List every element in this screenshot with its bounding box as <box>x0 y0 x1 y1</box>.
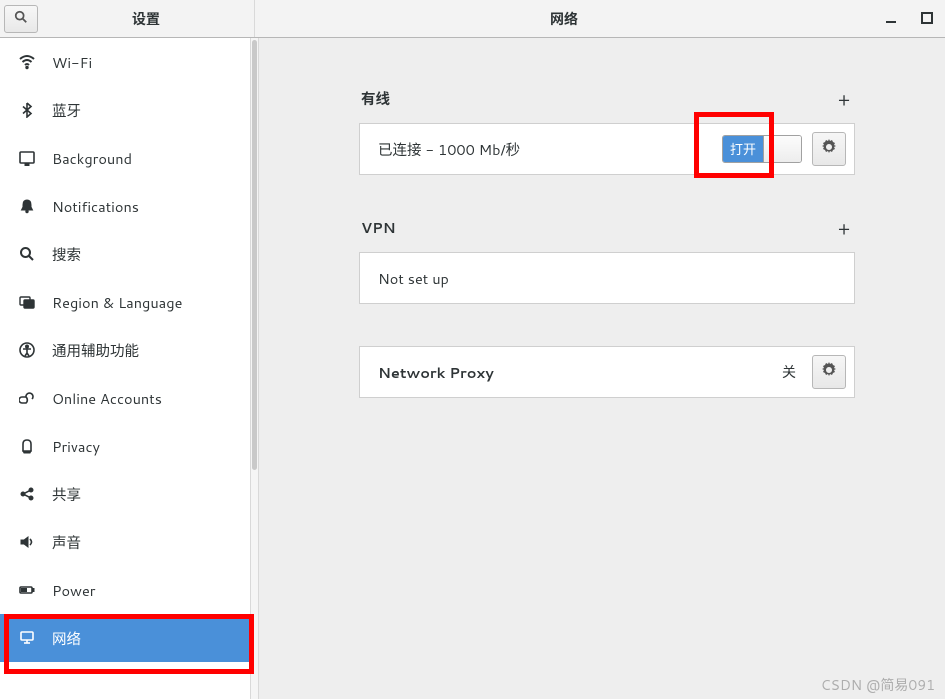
search-icon <box>14 9 28 29</box>
scrollbar-thumb[interactable] <box>252 40 257 470</box>
sidebar-item-bluetooth[interactable]: 蓝牙 <box>0 86 250 134</box>
sidebar-item-power[interactable]: Power <box>0 566 250 614</box>
sound-icon <box>18 533 36 551</box>
sidebar-item-label: 搜索 <box>52 244 81 265</box>
minimize-icon <box>885 9 897 29</box>
sidebar-item-wifi[interactable]: Wi-Fi <box>0 38 250 86</box>
search-button[interactable] <box>4 5 38 33</box>
section-proxy: Network Proxy 关 <box>359 346 855 398</box>
plus-icon: + <box>838 90 850 108</box>
background-icon <box>18 149 36 167</box>
proxy-settings-button[interactable] <box>812 355 846 389</box>
sidebar-item-network[interactable]: 网络 <box>0 614 250 662</box>
section-title-vpn: VPN <box>361 217 396 238</box>
sidebar: Wi-Fi 蓝牙 Background Notifications 搜索 <box>0 38 251 699</box>
sidebar-item-label: Online Accounts <box>52 388 162 409</box>
switch-on-label: 打开 <box>723 136 763 162</box>
accessibility-icon <box>18 341 36 359</box>
section-wired: 有线 + 已连接 - 1000 Mb/秒 打开 <box>359 88 855 175</box>
privacy-icon <box>18 437 36 455</box>
proxy-title: Network Proxy <box>378 362 772 383</box>
plus-icon: + <box>838 219 850 237</box>
region-language-icon <box>18 293 36 311</box>
window-header: 设置 网络 <box>0 0 945 38</box>
sidebar-title: 设置 <box>38 9 254 29</box>
sidebar-item-privacy[interactable]: Privacy <box>0 422 250 470</box>
sidebar-item-label: 声音 <box>52 532 81 553</box>
power-icon <box>18 581 36 599</box>
add-wired-button[interactable]: + <box>835 90 853 108</box>
vpn-status-text: Not set up <box>378 268 846 289</box>
sidebar-item-label: Notifications <box>52 196 139 217</box>
sidebar-item-label: Wi-Fi <box>52 52 92 73</box>
share-icon <box>18 485 36 503</box>
minimize-button[interactable] <box>877 5 905 33</box>
header-left: 设置 <box>0 0 255 37</box>
sidebar-item-label: 通用辅助功能 <box>52 340 139 361</box>
sidebar-item-region[interactable]: Region & Language <box>0 278 250 326</box>
sidebar-item-background[interactable]: Background <box>0 134 250 182</box>
switch-knob <box>763 136 801 162</box>
network-icon <box>18 629 36 647</box>
sidebar-item-label: Region & Language <box>52 292 182 313</box>
section-vpn: VPN + Not set up <box>359 217 855 304</box>
online-accounts-icon <box>18 389 36 407</box>
sidebar-item-label: 共享 <box>52 484 81 505</box>
wifi-icon <box>18 53 36 71</box>
sidebar-scrollbar[interactable] <box>251 38 259 699</box>
proxy-row[interactable]: Network Proxy 关 <box>359 346 855 398</box>
maximize-button[interactable] <box>913 5 941 33</box>
sidebar-item-accessibility[interactable]: 通用辅助功能 <box>0 326 250 374</box>
search-icon <box>18 245 36 263</box>
maximize-icon <box>921 9 933 29</box>
sidebar-item-label: Background <box>52 148 132 169</box>
vpn-row: Not set up <box>359 252 855 304</box>
bluetooth-icon <box>18 101 36 119</box>
wired-switch[interactable]: 打开 <box>722 135 802 163</box>
sidebar-item-search[interactable]: 搜索 <box>0 230 250 278</box>
window-controls <box>873 0 945 37</box>
add-vpn-button[interactable]: + <box>835 219 853 237</box>
wired-status-text: 已连接 - 1000 Mb/秒 <box>378 139 712 160</box>
sidebar-item-sound[interactable]: 声音 <box>0 518 250 566</box>
sidebar-item-notifications[interactable]: Notifications <box>0 182 250 230</box>
bell-icon <box>18 197 36 215</box>
wired-connection-row: 已连接 - 1000 Mb/秒 打开 <box>359 123 855 175</box>
sidebar-item-label: Power <box>52 580 95 601</box>
page-title: 网络 <box>255 0 873 37</box>
sidebar-item-sharing[interactable]: 共享 <box>0 470 250 518</box>
proxy-status-text: 关 <box>782 362 796 382</box>
content-area: 有线 + 已连接 - 1000 Mb/秒 打开 <box>259 38 945 699</box>
section-title-wired: 有线 <box>361 88 390 109</box>
sidebar-item-label: 网络 <box>52 628 81 649</box>
wired-settings-button[interactable] <box>812 132 846 166</box>
gear-icon <box>821 139 837 160</box>
gear-icon <box>821 362 837 383</box>
sidebar-item-label: 蓝牙 <box>52 100 81 121</box>
sidebar-item-label: Privacy <box>52 436 100 457</box>
sidebar-item-online-accounts[interactable]: Online Accounts <box>0 374 250 422</box>
